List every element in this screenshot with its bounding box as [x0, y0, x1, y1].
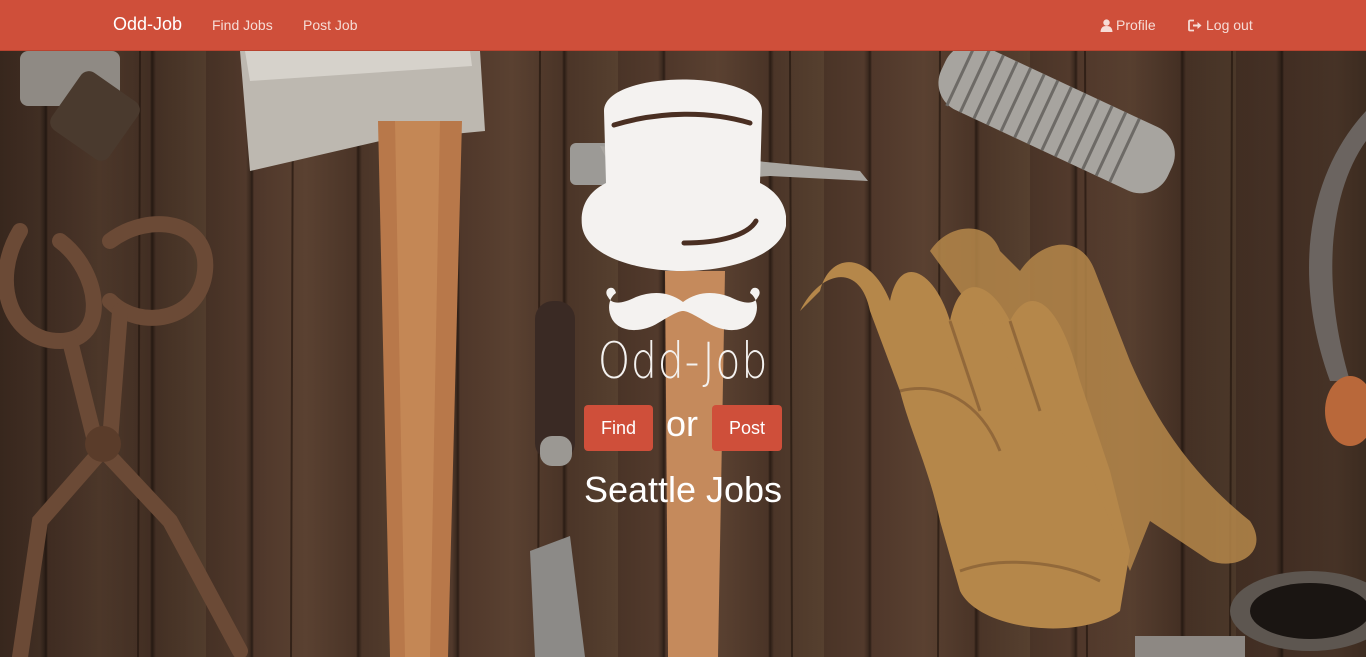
- log-out-icon: [1188, 19, 1203, 35]
- top-hat-mustache-icon: [581, 79, 786, 331]
- nav-logout-label: Log out: [1206, 17, 1253, 33]
- nav-profile-link[interactable]: Profile: [1100, 17, 1156, 35]
- nav-find-jobs-link[interactable]: Find Jobs: [212, 17, 273, 33]
- nav-profile-label: Profile: [1116, 17, 1156, 33]
- nav-logout-link[interactable]: Log out: [1188, 17, 1253, 35]
- post-button[interactable]: Post: [712, 405, 782, 451]
- hero-background: Odd-Job Find or Post Seattle Jobs: [0, 51, 1366, 657]
- top-navbar: Odd-Job Find Jobs Post Job Profile Log o…: [0, 0, 1366, 51]
- nav-post-job-link[interactable]: Post Job: [303, 17, 357, 33]
- user-icon: [1100, 19, 1113, 35]
- find-button[interactable]: Find: [584, 405, 653, 451]
- brand-link[interactable]: Odd-Job: [113, 14, 182, 35]
- hero-title: Odd-Job: [597, 332, 769, 390]
- city-heading: Seattle Jobs: [583, 469, 783, 510]
- or-label: or: [666, 403, 699, 444]
